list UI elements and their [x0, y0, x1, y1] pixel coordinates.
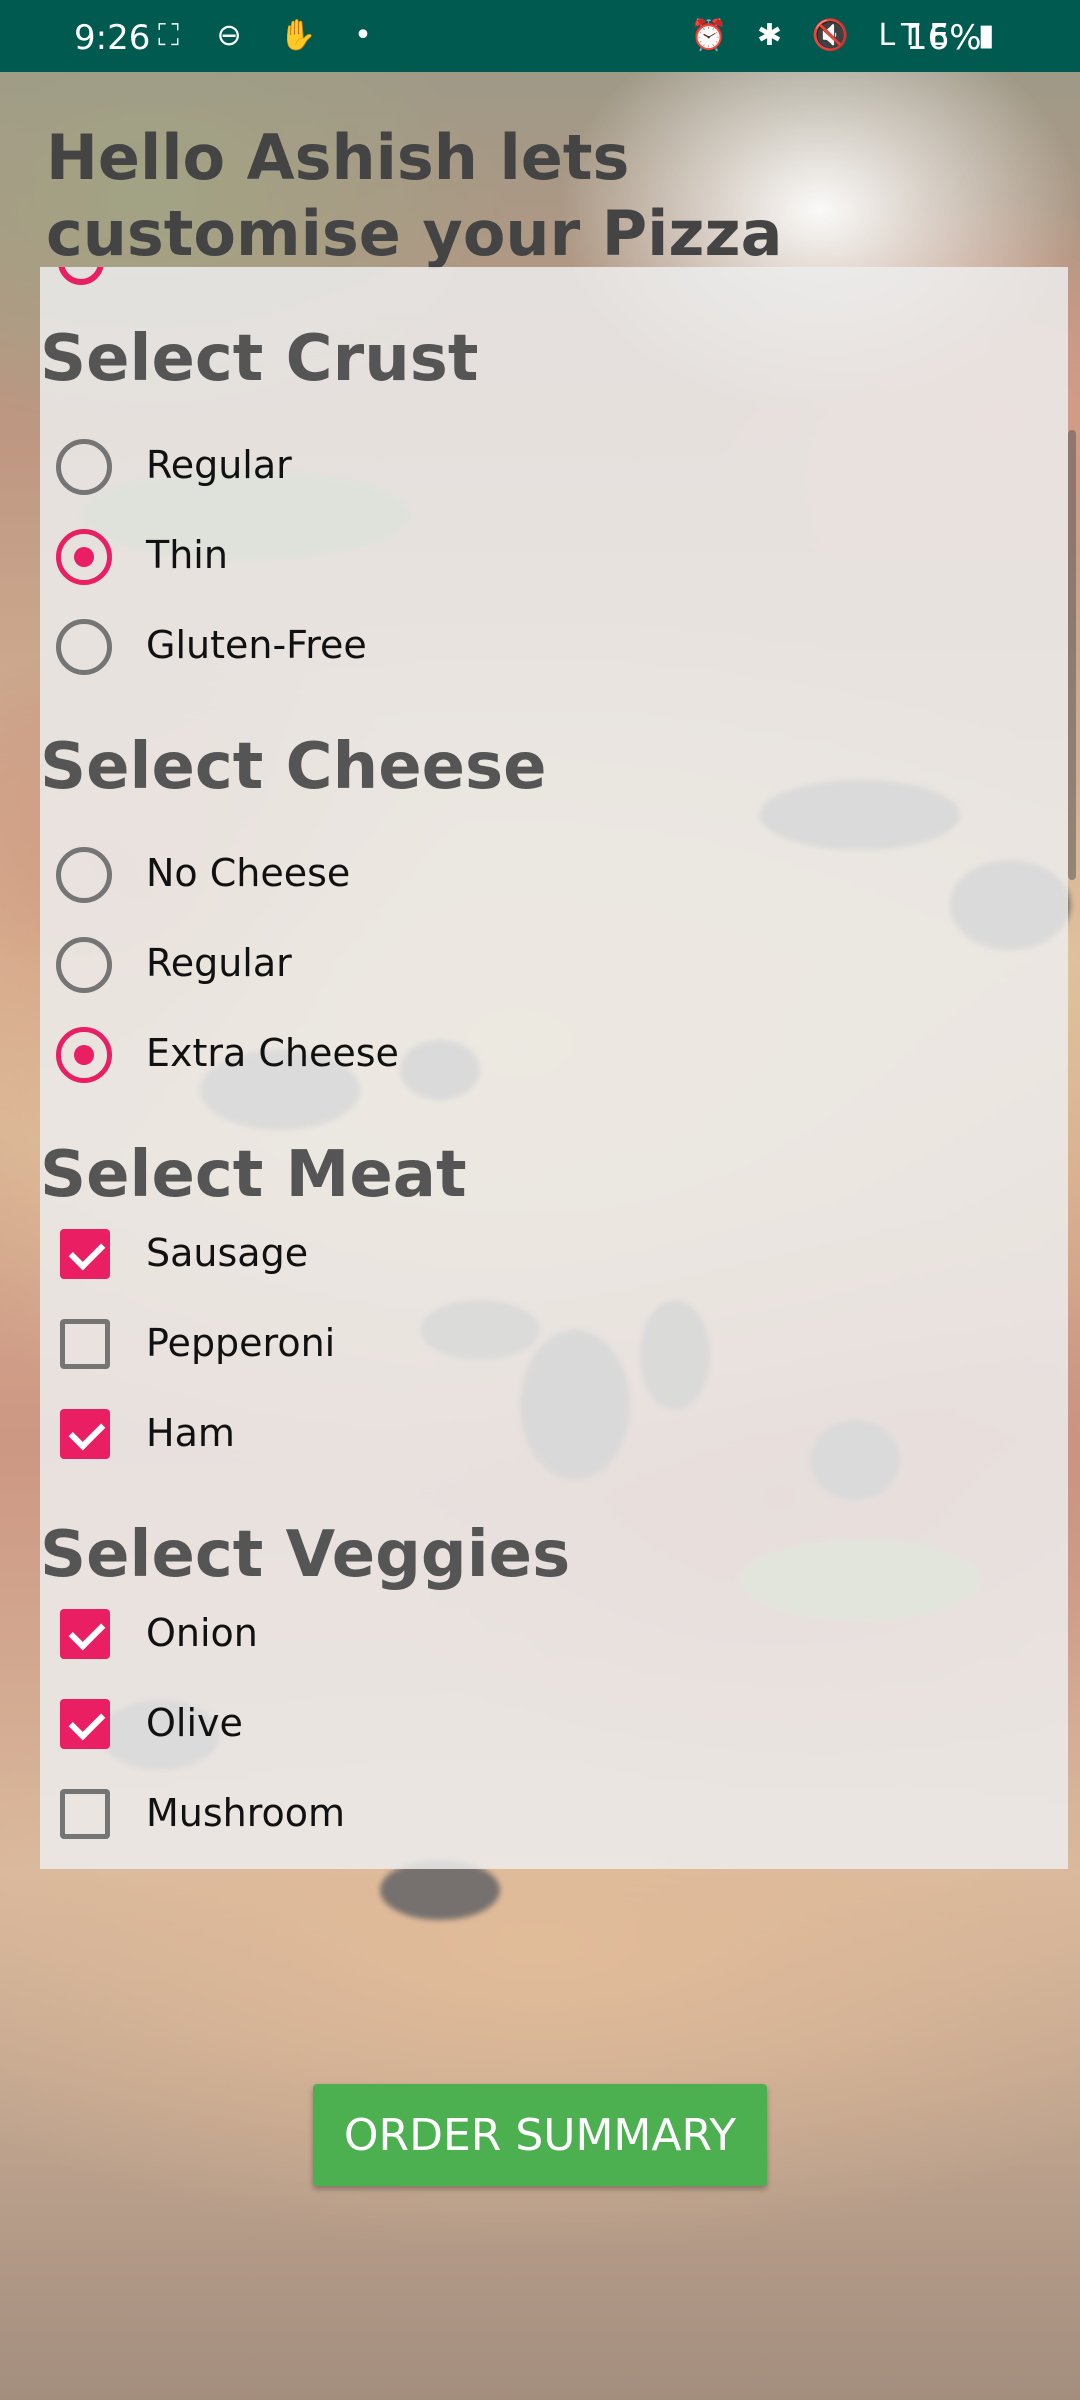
- option-label: Extra Cheese: [146, 1031, 399, 1075]
- checkbox[interactable]: [60, 1319, 110, 1369]
- checkbox[interactable]: [60, 1699, 110, 1749]
- page-title: Hello Ashish lets customise your Pizza: [46, 121, 783, 270]
- veggies-option-olive[interactable]: Olive: [56, 1685, 656, 1755]
- checkbox[interactable]: [60, 1789, 110, 1839]
- option-label: Pepperoni: [146, 1321, 336, 1365]
- checkbox[interactable]: [60, 1229, 110, 1279]
- veggies-option-onion[interactable]: Onion: [56, 1595, 656, 1665]
- order-summary-button[interactable]: ORDER SUMMARY: [313, 2084, 767, 2186]
- meat-option-pepperoni[interactable]: Pepperoni: [56, 1305, 656, 1375]
- cheese-option-none[interactable]: No Cheese: [56, 835, 656, 905]
- option-label: Regular: [146, 941, 292, 985]
- status-time: 9:26: [74, 18, 151, 58]
- radio-button[interactable]: [58, 267, 104, 285]
- notification-icons: ⛶ ⊖ ✋ •: [158, 18, 386, 53]
- meat-section-title: Select Meat: [40, 1138, 467, 1212]
- checkbox[interactable]: [60, 1609, 110, 1659]
- cheese-section-title: Select Cheese: [40, 730, 547, 804]
- option-label: Mushroom: [146, 1791, 346, 1835]
- cheese-option-regular[interactable]: Regular: [56, 925, 656, 995]
- crust-option-gluten-free[interactable]: Gluten-Free: [56, 607, 656, 677]
- meat-option-sausage[interactable]: Sausage: [56, 1215, 656, 1285]
- radio-button[interactable]: [56, 619, 112, 675]
- option-label: Ham: [146, 1411, 235, 1455]
- meat-option-ham[interactable]: Ham: [56, 1395, 656, 1465]
- option-label: Thin: [146, 533, 228, 577]
- option-label: Onion: [146, 1611, 258, 1655]
- radio-button[interactable]: [56, 1027, 112, 1083]
- veggies-section-title: Select Veggies: [40, 1518, 571, 1592]
- option-label: No Cheese: [146, 851, 351, 895]
- crust-option-regular[interactable]: Regular: [56, 427, 656, 497]
- radio-button[interactable]: [56, 937, 112, 993]
- radio-button[interactable]: [56, 847, 112, 903]
- cheese-option-extra[interactable]: Extra Cheese: [56, 1015, 656, 1085]
- option-label: Sausage: [146, 1231, 309, 1275]
- option-label: Olive: [146, 1701, 243, 1745]
- crust-option-thin[interactable]: Thin: [56, 517, 656, 587]
- scrollbar-thumb[interactable]: [1068, 430, 1076, 880]
- checkbox[interactable]: [60, 1409, 110, 1459]
- option-label: Regular: [146, 443, 292, 487]
- radio-button[interactable]: [56, 439, 112, 495]
- battery-level: 16%: [906, 18, 982, 58]
- option-label: Gluten-Free: [146, 623, 367, 667]
- veggies-option-mushroom[interactable]: Mushroom: [56, 1775, 656, 1845]
- customise-form[interactable]: Select Crust Regular Thin Gluten-Free Se…: [40, 267, 1068, 1869]
- status-bar: 9:26 ⛶ ⊖ ✋ • ⏰ ✱ 🔇 LTE ▮ 16%: [0, 0, 1080, 72]
- crust-section-title: Select Crust: [40, 322, 479, 396]
- radio-button[interactable]: [56, 529, 112, 585]
